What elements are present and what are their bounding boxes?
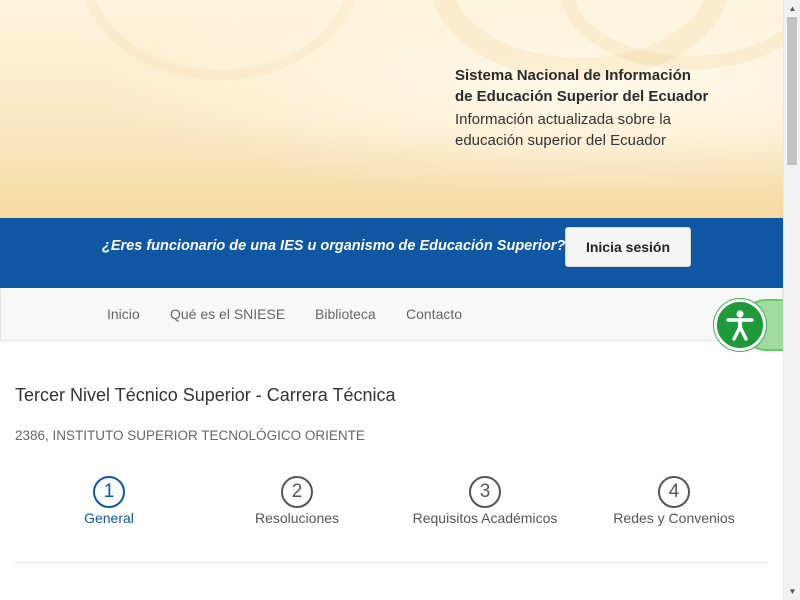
step-label: Resoluciones [254,510,340,526]
institution-name: 2386, INSTITUTO SUPERIOR TECNOLÓGICO ORI… [15,428,365,443]
step-label: Redes y Convenios [613,510,735,526]
page: Sistema Nacional de Información de Educa… [0,0,783,600]
step-label: General [84,510,134,526]
site-title-line2: de Educación Superior del Ecuador [455,88,709,105]
step-requisitos-academicos[interactable]: 3 Requisitos Académicos [391,476,579,536]
main-nav: Inicio Qué es el SNIESE Biblioteca Conta… [0,288,783,341]
site-title: Sistema Nacional de Información de Educa… [455,65,755,107]
header-banner: Sistema Nacional de Información de Educa… [0,0,783,218]
banner-decoration [80,0,360,80]
scroll-down-arrow-icon[interactable]: ▼ [784,583,800,600]
nav-item-contacto[interactable]: Contacto [406,306,462,322]
scroll-up-arrow-icon[interactable]: ▲ [784,0,800,17]
accessibility-icon [726,310,754,341]
step-number: 2 [281,476,313,508]
banner-text: Sistema Nacional de Información de Educa… [455,65,755,151]
nav-item-biblioteca[interactable]: Biblioteca [315,306,376,322]
site-subtitle-line1: Información actualizada sobre la [455,111,671,128]
scrollbar-thumb[interactable] [787,17,797,165]
login-button[interactable]: Inicia sesión [565,227,691,267]
site-title-line1: Sistema Nacional de Información [455,67,691,84]
step-redes-convenios[interactable]: 4 Redes y Convenios [580,476,768,536]
accessibility-button[interactable] [714,299,766,351]
login-question: ¿Eres funcionario de una IES u organismo… [102,238,566,254]
site-subtitle-line2: educación superior del Ecuador [455,132,666,149]
step-general[interactable]: 1 General [15,476,203,536]
login-bar: ¿Eres funcionario de una IES u organismo… [0,218,783,288]
step-number: 4 [658,476,690,508]
program-title: Tercer Nivel Técnico Superior - Carrera … [15,385,396,405]
nav-item-que-es-sniese[interactable]: Qué es el SNIESE [170,306,285,322]
step-number: 1 [93,476,125,508]
step-number: 3 [469,476,501,508]
step-label: Requisitos Académicos [412,510,558,526]
vertical-scrollbar[interactable]: ▲ ▼ [783,0,800,600]
site-subtitle: Información actualizada sobre la educaci… [455,109,755,151]
wizard-steps: 1 General 2 Resoluciones 3 Requisitos Ac… [15,476,768,536]
content-divider [15,562,768,563]
step-resoluciones[interactable]: 2 Resoluciones [203,476,391,536]
nav-item-inicio[interactable]: Inicio [107,306,140,322]
